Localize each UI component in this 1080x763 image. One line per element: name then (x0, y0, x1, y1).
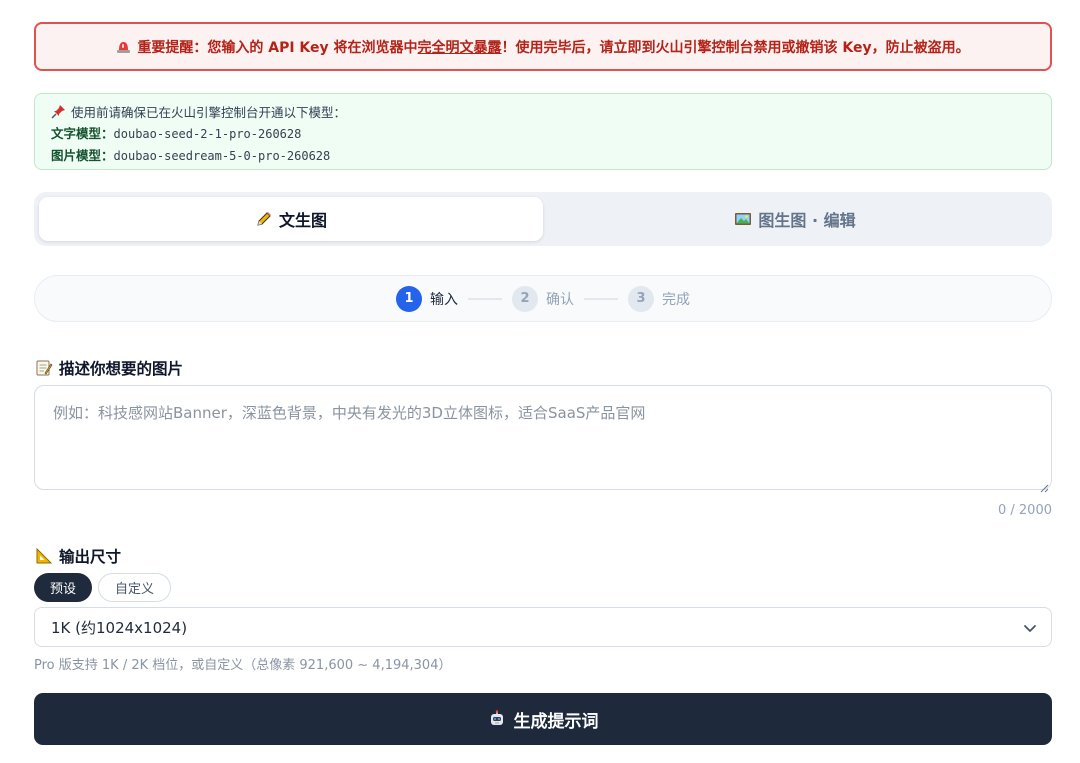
step-done: 3 完成 (628, 285, 690, 312)
image-model-label: 图片模型： (51, 148, 114, 163)
tab-image-to-image-label: 图生图 · 编辑 (758, 211, 856, 230)
prompt-title-text: 描述你想要的图片 (59, 360, 184, 378)
size-section-title: 输出尺寸 (35, 545, 121, 567)
alert-text-prefix: 重要提醒：您输入的 API Key 将在浏览器中 (137, 39, 418, 56)
step-label: 输入 (430, 291, 458, 308)
generate-prompt-button[interactable]: 生成提示词 (34, 693, 1052, 745)
step-label: 完成 (662, 291, 690, 308)
size-title-text: 输出尺寸 (59, 548, 122, 566)
prompt-section-title: 描述你想要的图片 (35, 357, 183, 379)
char-counter: 0 / 2000 (998, 503, 1052, 518)
text-model-row: 文字模型：doubao-seed-2-1-pro-260628 (51, 123, 1035, 145)
generate-prompt-label: 生成提示词 (513, 711, 599, 732)
robot-icon (488, 710, 506, 728)
size-select[interactable]: 1K (约1024x1024) (34, 607, 1052, 647)
image-model-id: doubao-seedream-5-0-pro-260628 (113, 149, 331, 163)
step-connector (468, 297, 502, 300)
pushpin-icon (51, 104, 66, 119)
tab-image-to-image[interactable]: 图生图 · 编辑 (543, 197, 1047, 241)
memo-icon (35, 359, 53, 377)
picture-icon (734, 210, 752, 228)
alert-text-emphasis: 完全明文暴露 (417, 39, 502, 56)
step-number: 2 (512, 285, 538, 312)
step-connector (584, 297, 618, 300)
tab-text-to-image-label: 文生图 (278, 211, 327, 230)
notice-intro: 使用前请确保已在火山引擎控制台开通以下模型： (71, 105, 347, 120)
chevron-down-icon (1023, 621, 1037, 635)
step-input: 1 输入 (396, 285, 458, 312)
mode-tabs: 文生图 图生图 · 编辑 (34, 192, 1052, 246)
siren-icon (116, 40, 131, 54)
security-alert: 重要提醒：您输入的 API Key 将在浏览器中 完全明文暴露 ！使用完毕后，请立即… (34, 22, 1052, 71)
step-number: 1 (396, 285, 422, 312)
triangle-ruler-icon (35, 547, 53, 565)
size-select-value: 1K (约1024x1024) (51, 618, 188, 637)
text-model-label: 文字模型： (51, 126, 114, 141)
step-number: 3 (628, 285, 654, 312)
tab-text-to-image[interactable]: 文生图 (39, 197, 543, 241)
preset-mode-button[interactable]: 预设 (34, 573, 93, 602)
notice-intro-row: 使用前请确保已在火山引擎控制台开通以下模型： (51, 102, 1035, 123)
pencil-icon (255, 210, 273, 228)
prompt-textarea[interactable] (34, 385, 1052, 490)
text-model-id: doubao-seed-2-1-pro-260628 (113, 127, 302, 141)
models-notice: 使用前请确保已在火山引擎控制台开通以下模型： 文字模型：doubao-seed-… (34, 93, 1052, 170)
step-confirm: 2 确认 (512, 285, 574, 312)
step-label: 确认 (546, 291, 574, 308)
progress-steps: 1 输入 2 确认 3 完成 (34, 275, 1052, 322)
alert-text-suffix: ！使用完毕后，请立即到火山引擎控制台禁用或撤销该 Key，防止被盗用。 (501, 39, 970, 56)
resize-handle-icon[interactable] (1040, 478, 1049, 493)
image-model-row: 图片模型：doubao-seedream-5-0-pro-260628 (51, 145, 1035, 167)
custom-mode-button[interactable]: 自定义 (98, 573, 172, 602)
size-mode-toggle: 预设 自定义 (34, 573, 172, 602)
size-hint: Pro 版支持 1K / 2K 档位，或自定义（总像素 921,600 ~ 4,… (34, 658, 452, 673)
